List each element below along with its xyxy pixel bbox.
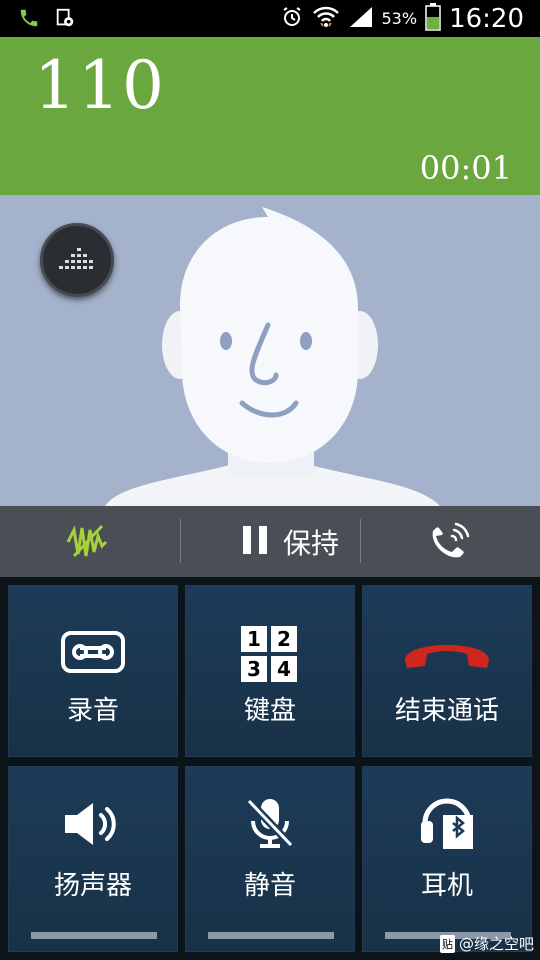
record-label: 录音 — [66, 696, 119, 726]
battery-icon — [425, 2, 441, 35]
speaker-label: 扬声器 — [53, 871, 132, 901]
caller-avatar-area — [0, 195, 540, 506]
mic-off-icon — [243, 795, 297, 855]
bluetooth-headset-icon — [417, 793, 477, 857]
noise-reduction-button[interactable] — [60, 520, 118, 564]
keypad-digit: 3 — [241, 656, 267, 682]
watermark-text: @缘之空吧 — [458, 935, 534, 953]
mute-label: 静音 — [243, 871, 296, 901]
end-call-button[interactable]: 结束通话 — [362, 585, 532, 757]
divider-right — [360, 519, 361, 563]
sound-effects-button[interactable] — [40, 223, 114, 297]
extra-volume-button[interactable] — [426, 520, 474, 564]
cassette-icon — [60, 630, 126, 678]
keypad-icon: 1 2 3 4 — [241, 626, 299, 684]
status-left — [18, 7, 76, 33]
wifi-icon — [312, 5, 340, 33]
status-right: 53% 16:20 — [280, 2, 524, 35]
keypad-digit: 4 — [271, 656, 297, 682]
headset-button[interactable]: 耳机 — [362, 766, 532, 952]
call-timer: 00:01 — [419, 149, 512, 187]
hold-button[interactable]: 保持 — [210, 506, 370, 577]
call-header: 110 00:01 — [0, 37, 540, 195]
noise-reduction-icon — [66, 524, 108, 558]
caller-number: 110 — [34, 47, 166, 124]
mute-status-bar — [208, 932, 334, 939]
equalizer-icon — [59, 248, 93, 269]
end-call-label: 结束通话 — [394, 696, 499, 726]
end-call-icon — [401, 632, 493, 676]
headset-label: 耳机 — [420, 871, 473, 901]
phone-volume-icon — [432, 522, 470, 558]
alarm-icon — [280, 5, 304, 33]
in-call-control-bar: 保持 — [0, 506, 540, 577]
mute-button[interactable]: 静音 — [185, 766, 355, 952]
speaker-button[interactable]: 扬声器 — [8, 766, 178, 952]
signal-icon — [348, 5, 374, 33]
keypad-label: 键盘 — [243, 696, 296, 726]
divider-left — [180, 519, 181, 563]
pause-icon — [241, 524, 269, 560]
keypad-digit: 2 — [271, 626, 297, 652]
call-actions-grid: 录音 1 2 3 4 键盘 结束通话 扬声器 静音 耳机 — [0, 577, 540, 960]
record-button[interactable]: 录音 — [8, 585, 178, 757]
watermark: 贴 @缘之空吧 — [439, 933, 534, 954]
keypad-button[interactable]: 1 2 3 4 键盘 — [185, 585, 355, 757]
clock: 16:20 — [449, 3, 524, 34]
keypad-digit: 1 — [241, 626, 267, 652]
watermark-badge: 贴 — [439, 934, 455, 953]
battery-percent: 53% — [381, 9, 418, 28]
speaker-status-bar — [31, 932, 157, 939]
status-bar: 53% 16:20 — [0, 0, 540, 37]
hold-label: 保持 — [282, 526, 339, 560]
speaker-icon — [61, 799, 125, 853]
phone-icon — [18, 7, 40, 33]
settings-doc-icon — [54, 7, 76, 33]
